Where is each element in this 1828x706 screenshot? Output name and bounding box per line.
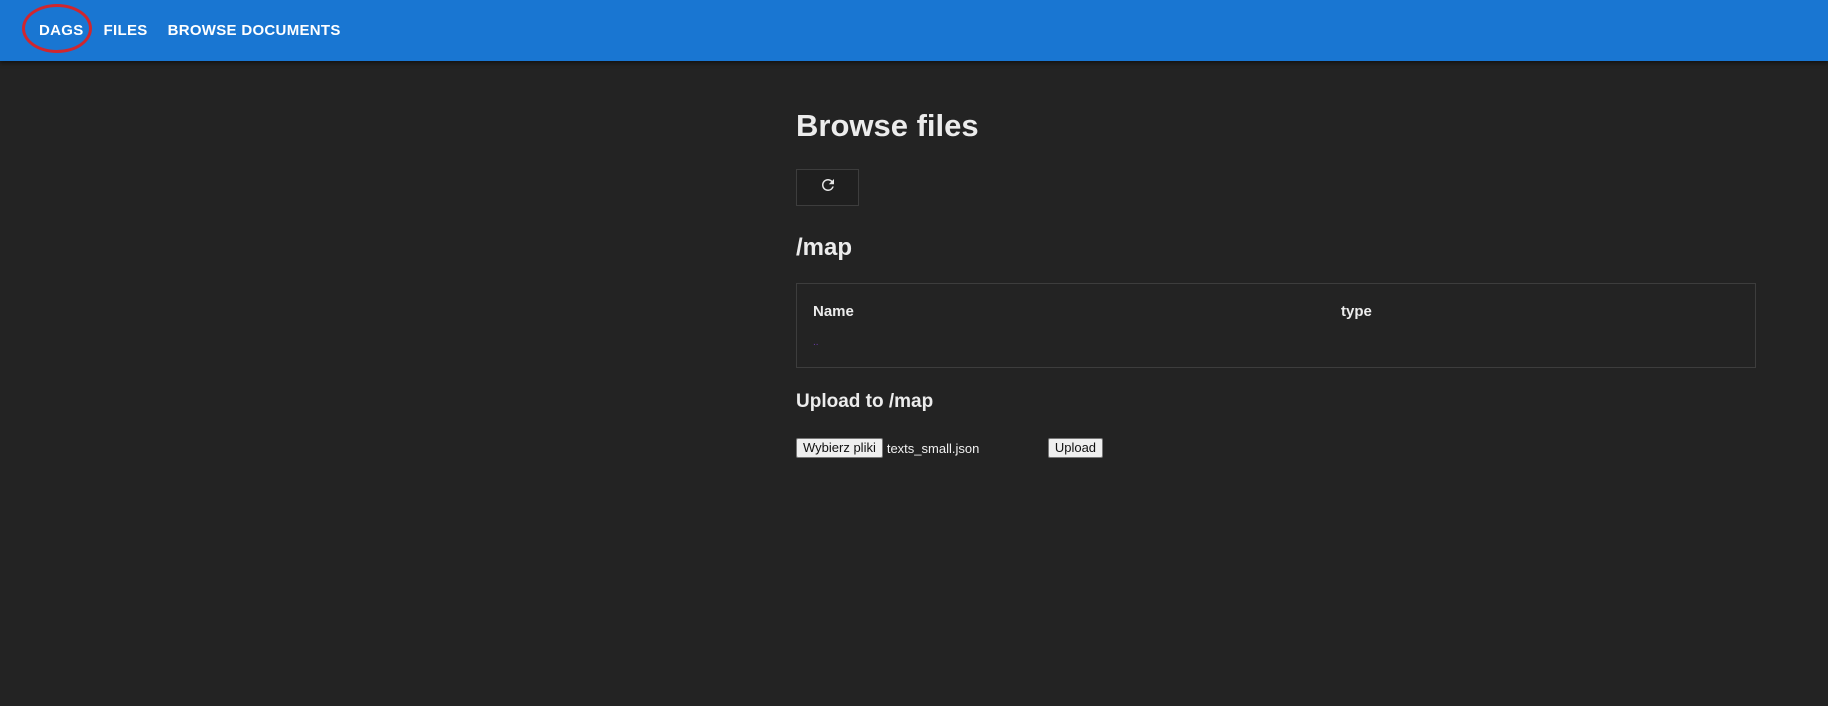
page-title: Browse files bbox=[796, 108, 979, 143]
upload-button[interactable]: Upload bbox=[1047, 438, 1104, 458]
column-header-name: Name bbox=[813, 303, 854, 320]
choose-files-button[interactable]: Wybierz pliki bbox=[796, 438, 883, 458]
nav-browse-documents[interactable]: BROWSE DOCUMENTS bbox=[158, 22, 351, 39]
column-header-type: type bbox=[1341, 303, 1372, 320]
refresh-icon bbox=[819, 176, 837, 199]
nav-dags[interactable]: DAGS bbox=[29, 22, 94, 39]
selected-file-name: texts_small.json bbox=[886, 440, 980, 456]
file-table: Name type .. bbox=[796, 283, 1756, 368]
upload-title: Upload to /map bbox=[796, 391, 934, 412]
current-path: /map bbox=[796, 234, 853, 261]
upload-form: Wybierz pliki texts_small.json Upload bbox=[796, 438, 1104, 458]
refresh-button[interactable] bbox=[796, 169, 859, 206]
nav-files[interactable]: FILES bbox=[94, 22, 158, 39]
parent-directory-link[interactable]: .. bbox=[813, 337, 819, 348]
top-app-bar: DAGS FILES BROWSE DOCUMENTS bbox=[0, 0, 1828, 61]
main-nav: DAGS FILES BROWSE DOCUMENTS bbox=[0, 0, 351, 61]
